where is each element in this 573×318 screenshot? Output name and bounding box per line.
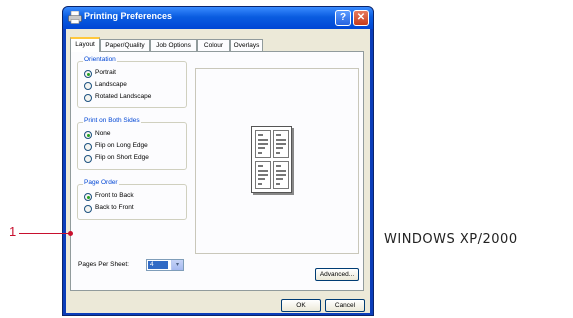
tab-paper-quality[interactable]: Paper/Quality: [100, 39, 150, 51]
close-button[interactable]: ✕: [353, 10, 369, 26]
window-title: Printing Preferences: [84, 11, 173, 21]
tab-colour[interactable]: Colour: [197, 39, 230, 51]
printing-preferences-dialog: Printing Preferences ? ✕ Layout Paper/Qu…: [62, 6, 374, 316]
text-line: [276, 139, 286, 141]
callout-dot: [68, 231, 73, 236]
page-order-group: Page Order Front to Back Back to Front: [77, 179, 187, 220]
text-line: [276, 147, 283, 149]
text-line: [276, 183, 280, 185]
advanced-button[interactable]: Advanced...: [315, 268, 359, 281]
orientation-legend: Orientation: [83, 56, 117, 63]
preview-page: [273, 161, 289, 189]
text-line: [276, 170, 286, 172]
radio-button[interactable]: [84, 94, 92, 102]
radio-selected-dot: [86, 72, 90, 76]
text-line: [258, 152, 262, 154]
text-line: [258, 147, 265, 149]
title-bar[interactable]: Printing Preferences ? ✕: [63, 7, 373, 29]
orientation-group: Orientation Portrait Landscape Rotated L…: [77, 56, 187, 108]
radio-label: Landscape: [95, 81, 127, 88]
text-line: [276, 174, 286, 176]
text-line: [258, 170, 268, 172]
text-line: [276, 134, 281, 136]
radio-label: None: [95, 130, 111, 137]
text-line: [258, 134, 263, 136]
text-line: [258, 183, 262, 185]
tab-job-options[interactable]: Job Options: [150, 39, 197, 51]
tab-overlays[interactable]: Overlays: [230, 39, 263, 51]
radio-button[interactable]: [84, 143, 92, 151]
preview-page: [255, 161, 271, 189]
print-both-sides-group: Print on Both Sides None Flip on Long Ed…: [77, 117, 187, 170]
radio-button[interactable]: [84, 205, 92, 213]
help-button[interactable]: ?: [335, 10, 351, 26]
radio-label: Flip on Long Edge: [95, 142, 148, 149]
dialog-client-area: Layout Paper/Quality Job Options Colour …: [66, 29, 370, 313]
callout-number: 1: [9, 224, 17, 239]
tab-layout[interactable]: Layout: [70, 37, 100, 52]
radio-label: Portrait: [95, 69, 116, 76]
page-preview-sheet: [251, 126, 292, 193]
text-line: [276, 143, 286, 145]
radio-selected-dot: [86, 133, 90, 137]
text-line: [258, 165, 263, 167]
cancel-button[interactable]: Cancel: [325, 299, 365, 312]
text-line: [258, 139, 268, 141]
pages-per-sheet-label: Pages Per Sheet:: [78, 261, 129, 268]
radio-label: Flip on Short Edge: [95, 154, 149, 161]
radio-button[interactable]: [84, 155, 92, 163]
radio-selected-dot: [86, 195, 90, 199]
callout-leader-line: [19, 233, 69, 234]
ok-button[interactable]: OK: [281, 299, 321, 312]
radio-button[interactable]: [84, 82, 92, 90]
printer-icon: [68, 11, 82, 24]
layout-preview: [195, 68, 359, 254]
pages-per-sheet-value: 4: [148, 261, 168, 269]
radio-label: Front to Back: [95, 192, 134, 199]
print-both-sides-legend: Print on Both Sides: [83, 117, 141, 124]
radio-label: Rotated Landscape: [95, 93, 152, 100]
preview-page: [273, 130, 289, 158]
text-line: [276, 152, 280, 154]
text-line: [258, 174, 268, 176]
radio-button[interactable]: [84, 193, 92, 201]
chevron-down-icon[interactable]: ▾: [171, 260, 183, 270]
radio-button[interactable]: [84, 70, 92, 78]
text-line: [276, 165, 281, 167]
radio-button[interactable]: [84, 131, 92, 139]
os-caption: WINDOWS XP/2000: [384, 232, 518, 247]
text-line: [258, 143, 268, 145]
preview-page: [255, 130, 271, 158]
text-line: [258, 178, 265, 180]
layout-tab-panel: Orientation Portrait Landscape Rotated L…: [70, 51, 364, 291]
radio-label: Back to Front: [95, 204, 134, 211]
text-line: [276, 178, 283, 180]
pages-per-sheet-select[interactable]: 4 ▾: [146, 259, 184, 271]
page-order-legend: Page Order: [83, 179, 119, 186]
